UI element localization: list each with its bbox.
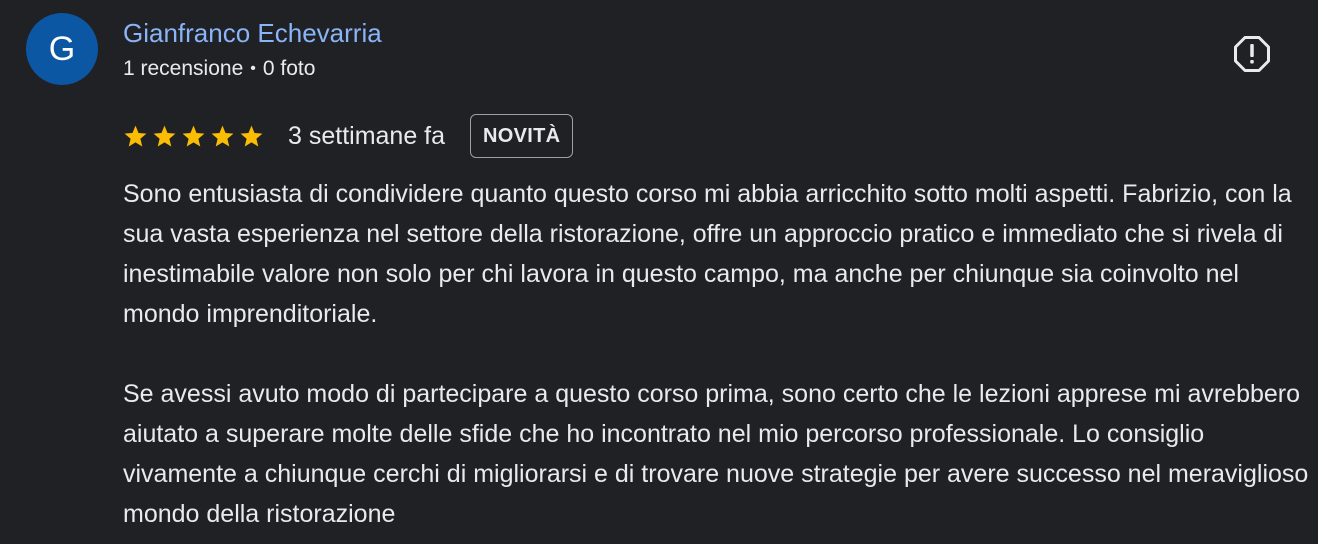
review-paragraph-2: Se avessi avuto modo di partecipare a qu… bbox=[123, 380, 1309, 528]
photos-count: 0 foto bbox=[262, 57, 316, 80]
reviewer-meta: 1 recensione • 0 foto bbox=[123, 55, 315, 85]
star-icon bbox=[152, 124, 177, 149]
meta-separator: • bbox=[250, 60, 256, 77]
star-icon bbox=[181, 124, 206, 149]
new-badge: NOVITÀ bbox=[470, 114, 574, 158]
reviewer-name[interactable]: Gianfranco Echevarria bbox=[123, 17, 382, 49]
star-rating bbox=[123, 124, 264, 149]
star-icon bbox=[123, 124, 148, 149]
reviews-count: 1 recensione bbox=[123, 57, 244, 80]
avatar[interactable]: G bbox=[26, 13, 98, 85]
star-icon bbox=[239, 124, 264, 149]
rating-row: 3 settimane fa NOVITÀ bbox=[123, 112, 574, 160]
review-card: G Gianfranco Echevarria 1 recensione • 0 f… bbox=[0, 0, 1318, 544]
report-icon[interactable] bbox=[1233, 35, 1271, 73]
review-paragraph-1: Sono entusiasta di condividere quanto qu… bbox=[123, 180, 1292, 328]
star-icon bbox=[210, 124, 235, 149]
review-time: 3 settimane fa bbox=[288, 122, 446, 150]
review-text: Sono entusiasta di condividere quanto qu… bbox=[123, 174, 1311, 534]
